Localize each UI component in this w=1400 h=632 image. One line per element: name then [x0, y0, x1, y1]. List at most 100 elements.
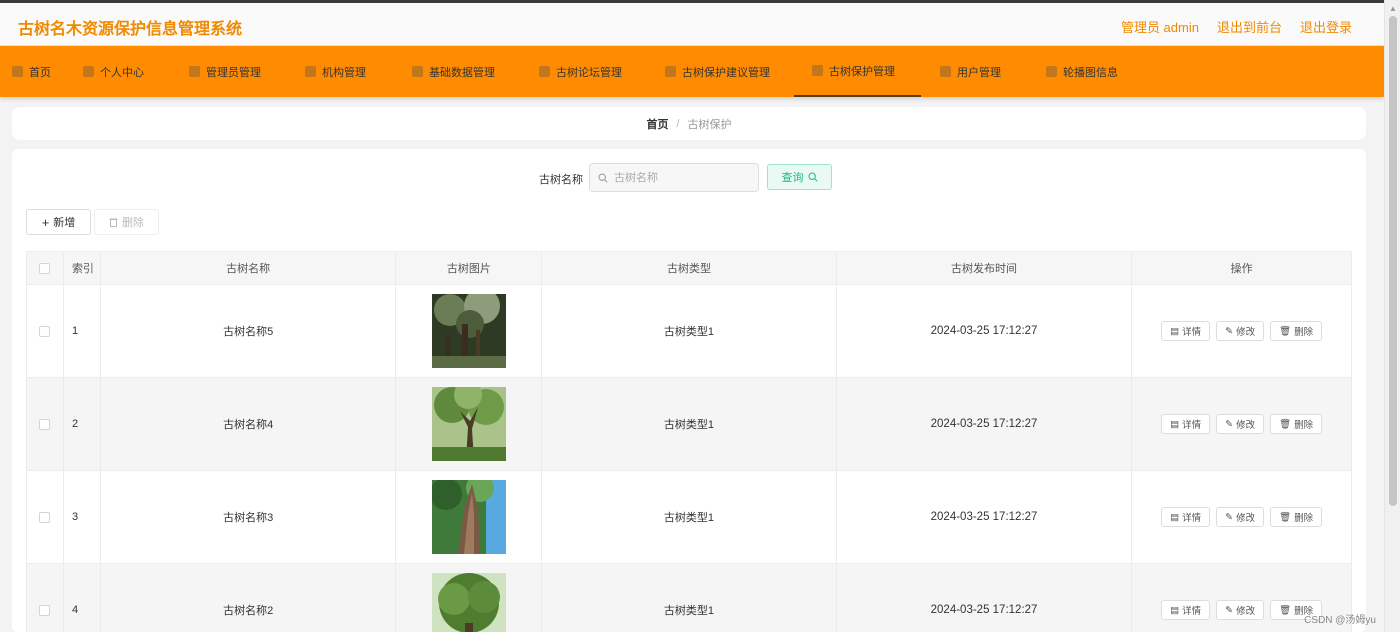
scroll-up-arrow-icon[interactable]: ▲	[1388, 4, 1398, 14]
nav-item-suggestions[interactable]: 古树保护建议管理	[665, 46, 770, 97]
home-icon	[12, 66, 23, 77]
detail-button[interactable]: ▤ 详情	[1161, 414, 1211, 434]
row-name: 古树名称4	[101, 378, 397, 470]
row-select-cell	[27, 564, 64, 632]
page-scrollbar[interactable]: ▲	[1384, 0, 1400, 632]
nav-item-profile[interactable]: 个人中心	[83, 46, 144, 97]
row-name: 古树名称2	[101, 564, 397, 632]
trash-icon	[109, 218, 118, 227]
search-icon	[598, 172, 608, 183]
admin-user-link[interactable]: 管理员 admin	[1121, 17, 1199, 36]
users-icon	[940, 66, 951, 77]
row-select-cell	[27, 378, 64, 470]
tree-photo[interactable]	[431, 573, 506, 632]
table-row: 4 古树名称2 古树类型1 2024-03-25 17:12:27 ▤ 详情 ✎ 修…	[27, 564, 1351, 632]
detail-label: 详情	[1182, 606, 1202, 617]
building-icon	[305, 66, 316, 77]
header-links: 管理员 admin 退出到前台 退出登录	[1121, 17, 1352, 36]
search-field[interactable]	[589, 163, 759, 192]
row-index: 4	[64, 564, 101, 632]
watermark: CSDN @汤姆yu	[1304, 615, 1376, 626]
select-all-checkbox[interactable]	[39, 262, 51, 274]
row-type: 古树类型1	[542, 285, 837, 377]
pencil-icon: ✎	[1225, 418, 1234, 430]
edit-label: 修改	[1236, 606, 1256, 617]
exit-to-front-link[interactable]: 退出到前台	[1217, 17, 1282, 36]
header-type: 古树类型	[542, 252, 837, 284]
search-input[interactable]	[614, 171, 744, 184]
detail-button[interactable]: ▤ 详情	[1161, 600, 1211, 620]
nav-item-orgs[interactable]: 机构管理	[305, 46, 366, 97]
edit-label: 修改	[1236, 513, 1256, 524]
row-time: 2024-03-25 17:12:27	[837, 378, 1133, 470]
nav-item-label: 管理员管理	[206, 66, 261, 79]
nav-item-label: 古树保护管理	[829, 65, 895, 78]
add-button[interactable]: + 新增	[26, 209, 91, 235]
user-icon	[83, 66, 94, 77]
bulk-delete-button[interactable]: 删除	[94, 209, 159, 235]
nav-item-label: 基础数据管理	[429, 66, 495, 79]
data-table: 索引 古树名称 古树图片 古树类型 古树发布时间 操作 1 古树名称5 古树类型…	[26, 251, 1352, 632]
row-time: 2024-03-25 17:12:27	[837, 564, 1133, 632]
nav-item-forum[interactable]: 古树论坛管理	[539, 46, 622, 97]
row-actions: ▤ 详情 ✎ 修改 🗑 删除	[1132, 471, 1351, 563]
delete-label: 删除	[1294, 420, 1314, 431]
delete-button[interactable]: 🗑 删除	[1270, 321, 1323, 341]
row-checkbox[interactable]	[39, 325, 51, 337]
tree-photo[interactable]	[431, 387, 506, 461]
nav-item-users[interactable]: 用户管理	[940, 46, 1001, 97]
doc-icon: ▤	[1170, 418, 1180, 430]
edit-label: 修改	[1236, 327, 1256, 338]
edit-button[interactable]: ✎ 修改	[1216, 414, 1265, 434]
edit-button[interactable]: ✎ 修改	[1216, 321, 1265, 341]
nav-item-base-data[interactable]: 基础数据管理	[412, 46, 495, 97]
edit-button[interactable]: ✎ 修改	[1216, 507, 1265, 527]
detail-label: 详情	[1182, 420, 1202, 431]
row-type: 古树类型1	[542, 378, 837, 470]
row-index: 2	[64, 378, 101, 470]
nav-item-label: 用户管理	[957, 66, 1001, 79]
logout-link[interactable]: 退出登录	[1300, 17, 1352, 36]
doc-icon: ▤	[1170, 604, 1180, 616]
row-actions: ▤ 详情 ✎ 修改 🗑 删除	[1132, 285, 1351, 377]
row-checkbox[interactable]	[39, 418, 51, 430]
nav-item-home[interactable]: 首页	[12, 46, 51, 97]
row-type: 古树类型1	[542, 471, 837, 563]
carousel-icon	[1046, 66, 1057, 77]
nav-item-carousel[interactable]: 轮播图信息	[1046, 46, 1118, 97]
bulk-delete-label: 删除	[122, 217, 144, 229]
row-checkbox[interactable]	[39, 511, 51, 523]
detail-label: 详情	[1182, 513, 1202, 524]
doc-icon: ▤	[1170, 511, 1180, 523]
delete-button[interactable]: 🗑 删除	[1270, 507, 1323, 527]
search-button[interactable]: 查询	[767, 164, 832, 190]
row-actions: ▤ 详情 ✎ 修改 🗑 删除	[1132, 378, 1351, 470]
scroll-thumb[interactable]	[1389, 16, 1397, 506]
nav-item-admins[interactable]: 管理员管理	[189, 46, 261, 97]
header-image: 古树图片	[396, 252, 543, 284]
detail-button[interactable]: ▤ 详情	[1161, 507, 1211, 527]
row-checkbox[interactable]	[39, 604, 51, 616]
search-button-label: 查询	[781, 172, 804, 184]
admin-icon	[189, 66, 200, 77]
select-all-cell	[27, 252, 64, 284]
edit-button[interactable]: ✎ 修改	[1216, 600, 1265, 620]
add-button-label: 新增	[53, 217, 76, 229]
row-image-cell	[396, 285, 543, 377]
tree-photo[interactable]	[431, 294, 506, 368]
detail-button[interactable]: ▤ 详情	[1161, 321, 1211, 341]
delete-button[interactable]: 🗑 删除	[1270, 414, 1323, 434]
row-image-cell	[396, 378, 543, 470]
breadcrumb-home[interactable]: 首页	[646, 116, 668, 132]
row-select-cell	[27, 285, 64, 377]
suggest-icon	[665, 66, 676, 77]
content-card: 古树名称 查询 + 新增 删除 索引 古树名称 古树图片 古树类型 古树	[12, 149, 1366, 632]
trash-icon: 🗑	[1279, 418, 1292, 430]
pencil-icon: ✎	[1225, 511, 1234, 523]
pencil-icon: ✎	[1225, 325, 1234, 337]
nav-item-label: 古树保护建议管理	[682, 66, 770, 79]
nav-item-label: 首页	[29, 66, 51, 79]
nav-item-protection[interactable]: 古树保护管理	[794, 46, 921, 97]
tree-photo[interactable]	[431, 480, 506, 554]
pencil-icon: ✎	[1225, 604, 1234, 616]
